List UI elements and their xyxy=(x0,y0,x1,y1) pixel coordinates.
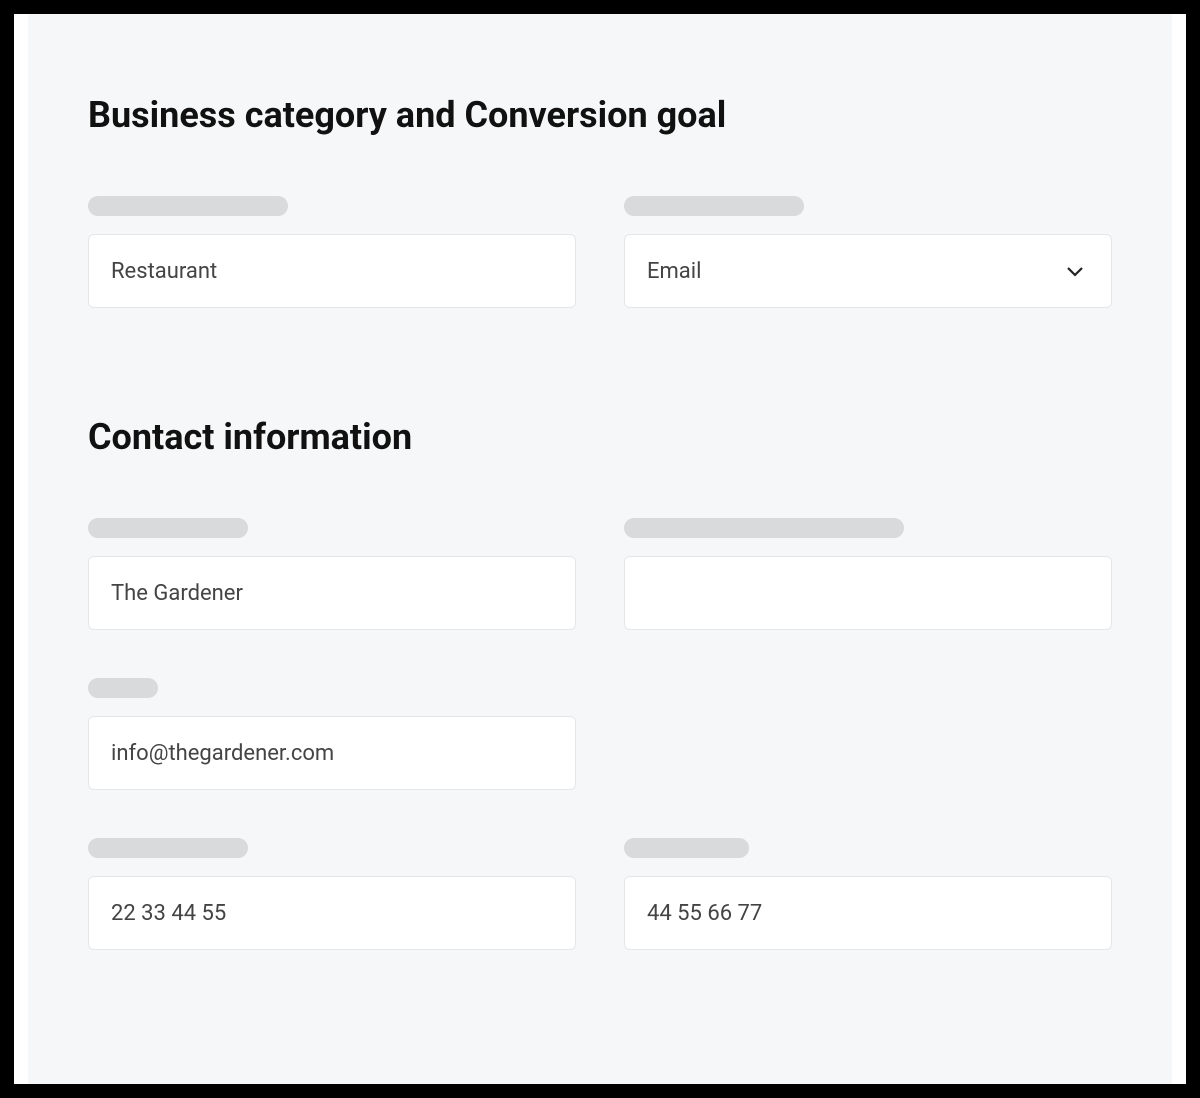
label-placeholder xyxy=(88,678,158,698)
row-contact-email xyxy=(88,678,1112,790)
field-contact-other xyxy=(624,518,1112,630)
label-placeholder xyxy=(88,518,248,538)
label-placeholder xyxy=(624,518,904,538)
contact-email-value[interactable] xyxy=(111,741,553,766)
conversion-goal-value: Email xyxy=(647,259,701,284)
outer-frame: Business category and Conversion goal Em… xyxy=(14,14,1186,1084)
contact-name-input[interactable] xyxy=(88,556,576,630)
field-empty-spacer xyxy=(624,678,1112,790)
contact-other-value[interactable] xyxy=(647,581,1089,606)
label-placeholder xyxy=(88,196,288,216)
phone-2-input[interactable] xyxy=(624,876,1112,950)
row-contact-name xyxy=(88,518,1112,630)
form-panel: Business category and Conversion goal Em… xyxy=(28,14,1172,1084)
business-category-input[interactable] xyxy=(88,234,576,308)
phone-1-value[interactable] xyxy=(111,901,553,926)
field-phone-2 xyxy=(624,838,1112,950)
phone-2-value[interactable] xyxy=(647,901,1089,926)
conversion-goal-select[interactable]: Email xyxy=(624,234,1112,308)
label-placeholder xyxy=(624,838,749,858)
field-business-category xyxy=(88,196,576,308)
row-business: Email xyxy=(88,196,1112,308)
chevron-down-icon xyxy=(1061,257,1089,285)
row-contact-phones xyxy=(88,838,1112,950)
field-contact-name xyxy=(88,518,576,630)
label-placeholder xyxy=(88,838,248,858)
business-category-value[interactable] xyxy=(111,259,553,284)
field-phone-1 xyxy=(88,838,576,950)
contact-email-input[interactable] xyxy=(88,716,576,790)
contact-name-value[interactable] xyxy=(111,581,553,606)
label-placeholder xyxy=(624,196,804,216)
field-contact-email xyxy=(88,678,576,790)
section-heading-business: Business category and Conversion goal xyxy=(88,94,1112,136)
field-conversion-goal: Email xyxy=(624,196,1112,308)
section-heading-contact: Contact information xyxy=(88,416,1112,458)
contact-other-input[interactable] xyxy=(624,556,1112,630)
phone-1-input[interactable] xyxy=(88,876,576,950)
